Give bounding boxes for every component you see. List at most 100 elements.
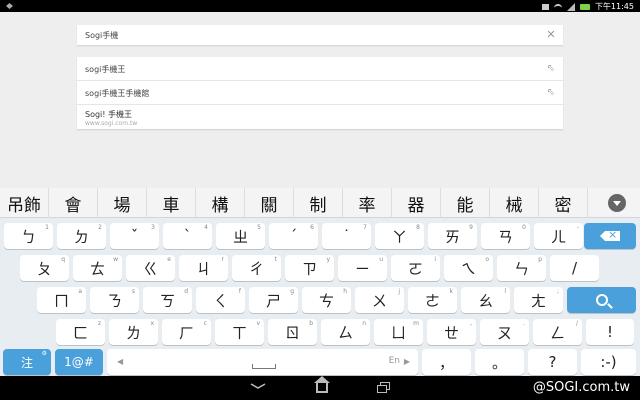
key[interactable]: 。 xyxy=(475,349,524,375)
recent-apps-icon[interactable] xyxy=(374,380,394,396)
key-hint: 4 xyxy=(204,224,208,231)
site-suggestion[interactable]: Sogi! 手機王 www.sogi.com.tw xyxy=(77,105,563,129)
arrow-up-left-icon[interactable]: ⇖ xyxy=(547,87,555,98)
key[interactable]: ? xyxy=(528,349,577,375)
notification-icon xyxy=(6,2,13,9)
status-time: 下午11:45 xyxy=(594,2,634,11)
key[interactable]: ， xyxy=(422,349,471,375)
key-hint: 6 xyxy=(310,224,314,231)
numbers-symbols-key[interactable]: 1@# xyxy=(55,349,103,375)
candidate-item[interactable]: 關 xyxy=(245,188,294,218)
key[interactable]: ㄣp xyxy=(497,255,546,281)
space-icon xyxy=(252,364,276,369)
key[interactable]: ㄙn xyxy=(321,319,370,345)
key[interactable]: ˊ6 xyxy=(269,223,318,249)
key[interactable]: ㄛi xyxy=(391,255,440,281)
key-hint: n xyxy=(362,320,366,327)
key[interactable]: ㄓ5 xyxy=(216,223,265,249)
search-box[interactable]: ✕ xyxy=(77,25,563,45)
battery-icon xyxy=(579,3,590,10)
key[interactable]: ˋ4 xyxy=(163,223,212,249)
key[interactable]: :-) xyxy=(581,349,636,375)
key[interactable]: ㄗy xyxy=(285,255,334,281)
search-input[interactable] xyxy=(85,29,525,41)
key[interactable]: ㄖb xyxy=(268,319,317,345)
key[interactable]: ㄦ- xyxy=(534,223,583,249)
key[interactable]: ㄨj xyxy=(355,287,404,313)
key[interactable]: ㄩm xyxy=(374,319,423,345)
key[interactable]: ㄍe xyxy=(126,255,175,281)
key[interactable]: ㄅ1 xyxy=(4,223,53,249)
candidate-item[interactable]: 車 xyxy=(147,188,196,218)
candidate-item[interactable]: 構 xyxy=(196,188,245,218)
suggestion-item[interactable]: sogi手機王手機館 ⇖ xyxy=(77,81,563,105)
key-hint: e xyxy=(167,256,171,263)
key[interactable]: ㄧu xyxy=(338,255,387,281)
candidate-item[interactable]: 器 xyxy=(392,188,441,218)
key[interactable]: ㄜk xyxy=(408,287,457,313)
key[interactable]: ˙ 7 xyxy=(322,223,371,249)
key-label: ， xyxy=(438,353,454,372)
chevron-down-icon[interactable] xyxy=(608,194,626,212)
key[interactable]: ㄞ9 xyxy=(428,223,477,249)
key[interactable]: ㄑf xyxy=(196,287,245,313)
key-hint: 2 xyxy=(98,224,102,231)
key-label: / xyxy=(571,259,578,277)
status-bar: 下午11:45 xyxy=(0,0,640,12)
key[interactable]: ˇ3 xyxy=(110,223,159,249)
candidate-item[interactable]: 場 xyxy=(98,188,147,218)
backspace-icon xyxy=(600,231,620,241)
key-label: ㄦ xyxy=(550,227,566,246)
key[interactable]: ㄌx xyxy=(109,319,158,345)
suggestion-item[interactable]: sogi手機王 ⇖ xyxy=(77,57,563,81)
key[interactable]: ㄠl xyxy=(461,287,510,313)
key[interactable]: ㄕg xyxy=(249,287,298,313)
key[interactable]: ㄡ. xyxy=(480,319,529,345)
key[interactable]: ㄤ; xyxy=(514,287,563,313)
key[interactable]: ㄊw xyxy=(73,255,122,281)
key[interactable]: ㄉ2 xyxy=(57,223,106,249)
candidate-item[interactable]: 會 xyxy=(49,188,98,218)
key-label: ㄔ xyxy=(248,259,264,278)
candidate-item[interactable]: 能 xyxy=(441,188,490,218)
suggestion-text: sogi手機王手機館 xyxy=(85,89,150,98)
search-key[interactable] xyxy=(567,287,636,313)
key[interactable]: ㄋs xyxy=(90,287,139,313)
key[interactable]: ㄟo xyxy=(444,255,493,281)
key-label: 。 xyxy=(491,353,507,372)
key-area: ㄅ1ㄉ2ˇ3ˋ4ㄓ5ˊ6˙7ㄚ8ㄞ9ㄢ0ㄦ- ㄆqㄊwㄍeㄐrㄔtㄗyㄧuㄛiㄟo… xyxy=(0,218,640,376)
home-icon[interactable] xyxy=(312,376,332,396)
key[interactable]: ㄐr xyxy=(179,255,228,281)
candidate-item[interactable]: 吊飾 xyxy=(0,188,49,218)
key[interactable]: ㄇa xyxy=(37,287,86,313)
close-icon[interactable]: ✕ xyxy=(545,29,557,41)
key[interactable]: ㄏc xyxy=(162,319,211,345)
key[interactable]: ㄈz xyxy=(56,319,105,345)
key[interactable]: ! xyxy=(586,319,634,345)
input-mode-key[interactable]: 注 ⚙ xyxy=(3,349,51,375)
candidate-item[interactable]: 制 xyxy=(294,188,343,218)
candidate-item[interactable]: 械 xyxy=(490,188,539,218)
key-hint: c xyxy=(203,320,207,327)
key[interactable]: ㄆq xyxy=(20,255,69,281)
suggestion-list: sogi手機王 ⇖ sogi手機王手機館 ⇖ Sogi! 手機王 www.sog… xyxy=(77,57,563,129)
back-icon[interactable] xyxy=(248,376,268,392)
key[interactable]: ㄎd xyxy=(143,287,192,313)
key[interactable]: ㄥ / xyxy=(533,319,582,345)
key[interactable]: / xyxy=(550,255,599,281)
key-hint: o xyxy=(485,256,489,263)
key[interactable]: ㄔt xyxy=(232,255,281,281)
backspace-key[interactable] xyxy=(584,223,636,249)
candidate-item[interactable]: 率 xyxy=(343,188,392,218)
arrow-up-left-icon[interactable]: ⇖ xyxy=(547,63,555,74)
key[interactable]: ㄚ8 xyxy=(375,223,424,249)
key-hint: b xyxy=(309,320,313,327)
key[interactable]: ㄘh xyxy=(302,287,351,313)
key-hint: x xyxy=(150,320,154,327)
key[interactable]: ㄝ, xyxy=(427,319,476,345)
key[interactable]: ㄒv xyxy=(215,319,264,345)
key[interactable]: ㄢ0 xyxy=(481,223,530,249)
space-key[interactable]: ◀ En ▶ xyxy=(107,349,418,375)
candidate-item[interactable]: 密 xyxy=(539,188,588,218)
key-label: En xyxy=(388,356,400,366)
